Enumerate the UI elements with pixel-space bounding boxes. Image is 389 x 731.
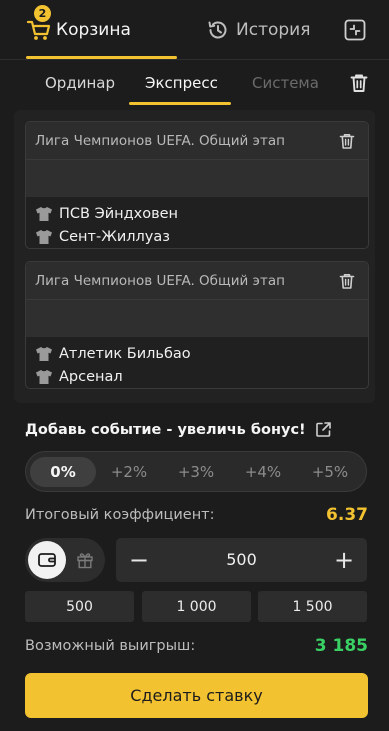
tab-single[interactable]: Ординар [45,74,115,92]
tab-system[interactable]: Система [252,74,319,92]
gift-icon[interactable] [76,551,94,569]
bonus-title-text: Добавь событие - увеличь бонус! [25,421,306,438]
team-shirt-icon [36,369,52,384]
tab-history-label: История [236,20,311,40]
possible-win-value: 3 185 [314,636,368,656]
history-icon [208,21,227,39]
remove-event-trash-icon[interactable] [338,132,356,150]
team-shirt-icon [36,206,52,221]
external-link-icon[interactable] [315,421,332,438]
balance-type-toggle[interactable] [25,538,105,582]
bonus-option[interactable]: +3% [163,457,229,487]
league-name: Лига Чемпионов UEFA. Общий этап [35,132,285,149]
possible-win-label: Возможный выигрыш: [25,638,196,654]
remove-event-trash-icon[interactable] [338,272,356,290]
place-bet-button[interactable]: Сделать ставку [25,673,368,718]
quick-stake-button[interactable]: 1 500 [258,591,367,622]
team-name: Атлетик Бильбао [59,345,191,362]
event-card: Лига Чемпионов UEFA. Общий этап ПСВ Эйнд… [25,121,369,249]
event-header: Лига Чемпионов UEFA. Общий этап [26,122,368,160]
quick-stake-button[interactable]: 500 [25,591,134,622]
clear-all-trash-icon[interactable] [348,72,370,94]
wallet-icon [28,541,66,579]
bonus-option[interactable]: 0% [30,457,96,487]
league-name: Лига Чемпионов UEFA. Общий этап [35,272,285,289]
cart-count-badge: 2 [34,5,51,22]
stake-increase-button[interactable]: + [331,546,357,574]
total-coefficient-label: Итоговый коэффициент: [25,507,215,523]
bet-type-tabs: Ординар Экспресс Система [0,60,389,106]
cart-icon: 2 [26,5,52,43]
team-row: Сент-Жиллуаз [26,225,368,248]
team-row: Атлетик Бильбао [26,342,368,365]
top-bar: 2 Корзина История [0,0,389,60]
team-name: Арсенал [59,368,123,385]
collapse-icon[interactable] [343,18,367,42]
bonus-option[interactable]: +5% [297,457,363,487]
tab-cart-label: Корзина [56,20,131,40]
tab-express-indicator [129,102,231,105]
team-row: Арсенал [26,365,368,388]
total-coefficient-value: 6.37 [326,505,368,525]
team-shirt-icon [36,346,52,361]
bonus-title: Добавь событие - увеличь бонус! [25,421,332,438]
stake-input-group: − 500 + [116,538,367,582]
event-card: Лига Чемпионов UEFA. Общий этап Атлетик … [25,261,369,389]
quick-stake-button[interactable]: 1 000 [142,591,251,622]
event-market-row [26,160,368,197]
team-shirt-icon [36,229,52,244]
team-name: ПСВ Эйндховен [59,205,179,222]
bonus-option[interactable]: +2% [96,457,162,487]
event-header: Лига Чемпионов UEFA. Общий этап [26,262,368,300]
tab-cart[interactable]: 2 Корзина [26,0,176,60]
tab-cart-indicator [26,56,177,59]
stake-decrease-button[interactable]: − [126,546,152,574]
team-row: ПСВ Эйндховен [26,202,368,225]
stake-amount-input[interactable]: 500 [176,550,307,569]
bonus-selector: 0% +2% +3% +4% +5% [25,451,367,492]
team-name: Сент-Жиллуаз [59,228,170,245]
tab-history[interactable]: История [206,0,310,60]
tab-express[interactable]: Экспресс [145,74,218,92]
event-market-row [26,300,368,337]
bonus-option[interactable]: +4% [230,457,296,487]
